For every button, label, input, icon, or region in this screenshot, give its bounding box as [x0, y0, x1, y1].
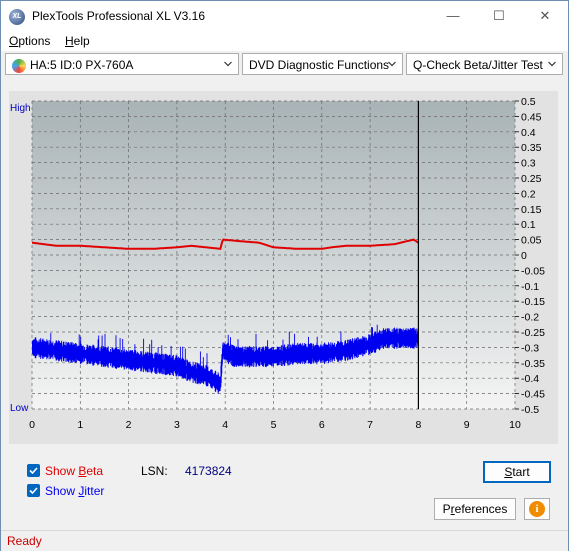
show-jitter-prefix: Show	[45, 484, 79, 498]
menu-help-accel: H	[65, 34, 74, 48]
test-select[interactable]: Q-Check Beta/Jitter Test	[406, 53, 563, 75]
options-panel: Show Beta Show Jitter LSN: 4173824 Start…	[9, 453, 558, 526]
function-select[interactable]: DVD Diagnostic Functions	[242, 53, 403, 75]
disc-drive-icon	[12, 59, 26, 73]
x-tick-label: 1	[77, 419, 83, 431]
show-jitter-rest: itter	[84, 484, 105, 498]
chevron-down-icon	[388, 61, 396, 67]
chevron-down-icon	[224, 61, 232, 67]
preferences-prefix: P	[442, 502, 451, 516]
y-tick-label: 0.45	[521, 111, 542, 123]
status-bar: Ready	[1, 530, 568, 551]
drive-select[interactable]: HA:5 ID:0 PX-760A	[5, 53, 239, 75]
low-label: Low	[10, 403, 29, 414]
minimize-button[interactable]: —	[430, 1, 476, 31]
y-tick-label: 0.05	[521, 235, 542, 247]
checkmark-icon	[29, 467, 38, 475]
preferences-button[interactable]: Preferences	[434, 498, 516, 520]
x-tick-label: 5	[271, 419, 277, 431]
title-bar: XL PlexTools Professional XL V3.16 — ☐ ✕	[1, 1, 568, 31]
function-select-value: DVD Diagnostic Functions	[249, 58, 390, 72]
show-beta-checkbox[interactable]	[27, 464, 40, 477]
start-label: tart	[512, 465, 530, 479]
x-tick-label: 4	[222, 419, 228, 431]
y-tick-label: -0.15	[521, 296, 545, 308]
y-tick-label: 0.15	[521, 204, 542, 216]
y-tick-label: 0.35	[521, 142, 542, 154]
y-tick-label: -0.4	[521, 373, 539, 385]
show-beta-rest: eta	[86, 464, 104, 478]
y-tick-label: -0.1	[521, 281, 539, 293]
x-tick-label: 9	[464, 419, 470, 431]
start-button[interactable]: Start	[483, 461, 551, 483]
status-text: Ready	[7, 534, 42, 548]
y-tick-label: -0.2	[521, 312, 539, 324]
show-jitter-checkbox[interactable]	[27, 484, 40, 497]
close-button[interactable]: ✕	[522, 1, 568, 31]
menu-help-label: elp	[73, 34, 90, 48]
y-tick-label: 0.25	[521, 173, 542, 185]
toolbar: HA:5 ID:0 PX-760A DVD Diagnostic Functio…	[1, 51, 568, 79]
show-jitter-label[interactable]: Show Jitter	[45, 484, 104, 498]
x-tick-label: 3	[174, 419, 180, 431]
menu-options-label: ptions	[18, 34, 51, 48]
app-logo-icon: XL	[9, 9, 25, 25]
menu-help[interactable]: Help	[65, 34, 90, 48]
y-tick-label: -0.05	[521, 265, 545, 277]
y-tick-label: 0.4	[521, 127, 536, 139]
high-label: High	[10, 103, 31, 114]
y-tick-label: 0.2	[521, 188, 536, 200]
y-tick-label: -0.25	[521, 327, 545, 339]
x-tick-label: 6	[319, 419, 325, 431]
show-beta-label[interactable]: Show Beta	[45, 464, 103, 478]
y-tick-label: -0.35	[521, 358, 545, 370]
menu-options[interactable]: Options	[9, 34, 50, 48]
test-select-value: Q-Check Beta/Jitter Test	[413, 58, 543, 72]
y-tick-label: 0.3	[521, 158, 536, 170]
y-tick-label: 0	[521, 250, 527, 262]
lsn-value: 4173824	[185, 464, 232, 478]
x-tick-label: 7	[367, 419, 373, 431]
maximize-button[interactable]: ☐	[476, 1, 522, 31]
x-tick-label: 8	[415, 419, 421, 431]
x-tick-label: 2	[126, 419, 132, 431]
y-tick-label: -0.5	[521, 404, 539, 416]
window-title: PlexTools Professional XL V3.16	[32, 9, 205, 23]
x-tick-label: 0	[29, 419, 35, 431]
y-tick-label: -0.45	[521, 389, 545, 401]
lsn-label: LSN:	[141, 464, 168, 478]
app-window: XL PlexTools Professional XL V3.16 — ☐ ✕…	[0, 0, 569, 551]
info-icon: i	[529, 501, 545, 517]
chevron-down-icon	[548, 61, 556, 67]
chart-panel: 0 1 2 3 4 5 6 7 8 9 10 0.5 0.45 0.4 0.35 0.3 0.25 0.2 0.15…	[9, 91, 558, 444]
show-beta-prefix: Show	[45, 464, 79, 478]
beta-jitter-chart: 0 1 2 3 4 5 6 7 8 9 10 0.5 0.45 0.4 0.35 0.3 0.25 0.2 0.15…	[10, 96, 545, 431]
checkmark-icon	[29, 487, 38, 495]
menu-bar: Options Help	[1, 31, 568, 51]
y-tick-label: 0.5	[521, 96, 536, 108]
info-button[interactable]: i	[524, 498, 550, 520]
drive-select-value: HA:5 ID:0 PX-760A	[30, 58, 134, 72]
menu-options-accel: O	[9, 34, 19, 48]
x-tick-label: 10	[509, 419, 521, 431]
y-tick-label: 0.1	[521, 219, 536, 231]
preferences-label: eferences	[454, 502, 508, 516]
y-tick-label: -0.3	[521, 342, 539, 354]
